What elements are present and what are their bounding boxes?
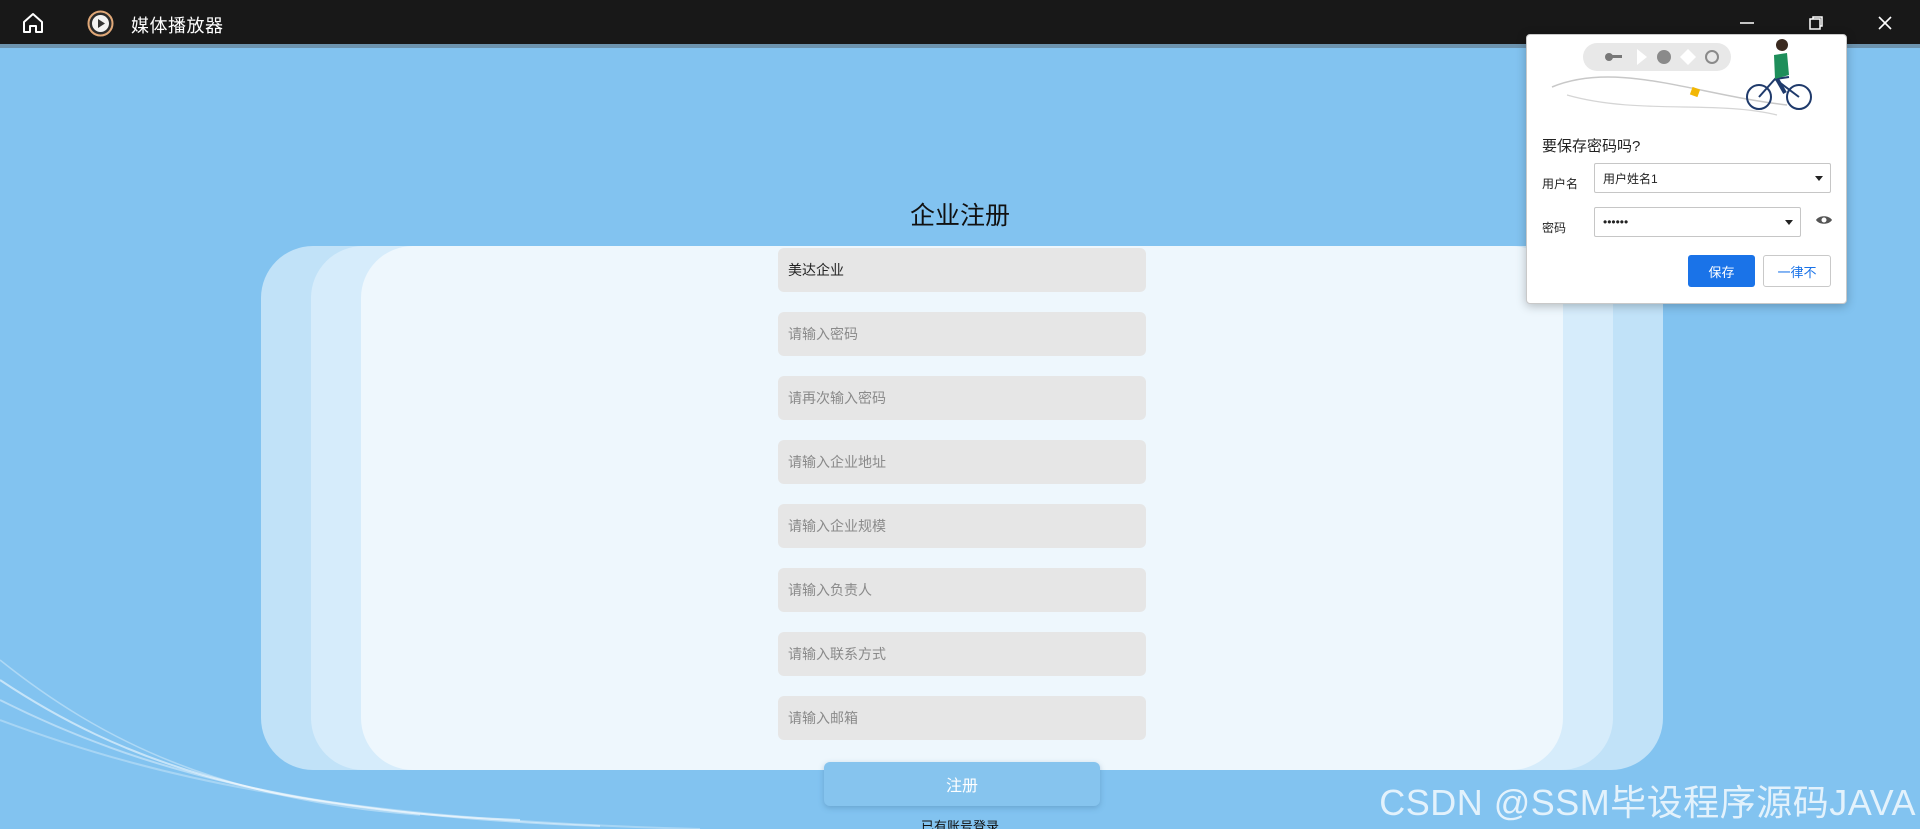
never-button[interactable]: 一律不 (1763, 255, 1831, 287)
cyclist-illustration (1551, 39, 1812, 116)
company-name-input[interactable] (778, 248, 1146, 292)
app-title: 媒体播放器 (131, 16, 224, 36)
save-button[interactable]: 保存 (1688, 255, 1755, 287)
password-value: •••••• (1603, 215, 1629, 229)
contact-method-input[interactable] (778, 632, 1146, 676)
home-icon[interactable] (20, 10, 46, 36)
restore-icon[interactable] (1803, 10, 1829, 36)
contact-person-input[interactable] (778, 568, 1146, 612)
password-input[interactable] (778, 312, 1146, 356)
eye-icon[interactable] (1815, 213, 1833, 225)
minimize-icon[interactable] (1734, 10, 1760, 36)
register-button[interactable]: 注册 (824, 762, 1100, 806)
email-input[interactable] (778, 696, 1146, 740)
chevron-down-icon (1785, 220, 1793, 225)
company-address-input[interactable] (778, 440, 1146, 484)
username-select[interactable]: 用户姓名1 (1594, 163, 1831, 193)
password-select[interactable]: •••••• (1594, 207, 1801, 237)
save-password-title: 要保存密码吗? (1542, 138, 1641, 155)
play-circle-icon (87, 10, 114, 37)
company-size-input[interactable] (778, 504, 1146, 548)
confirm-password-input[interactable] (778, 376, 1146, 420)
save-password-popup: 要保存密码吗? 用户名 用户姓名1 密码 •••••• 保存 一律不 (1526, 34, 1847, 304)
close-icon[interactable] (1872, 10, 1898, 36)
chevron-down-icon (1815, 176, 1823, 181)
password-label: 密码 (1542, 221, 1567, 235)
username-value: 用户姓名1 (1603, 171, 1658, 186)
watermark: CSDN @SSM毕设程序源码JAVA (1379, 782, 1916, 823)
username-label: 用户名 (1542, 177, 1579, 191)
